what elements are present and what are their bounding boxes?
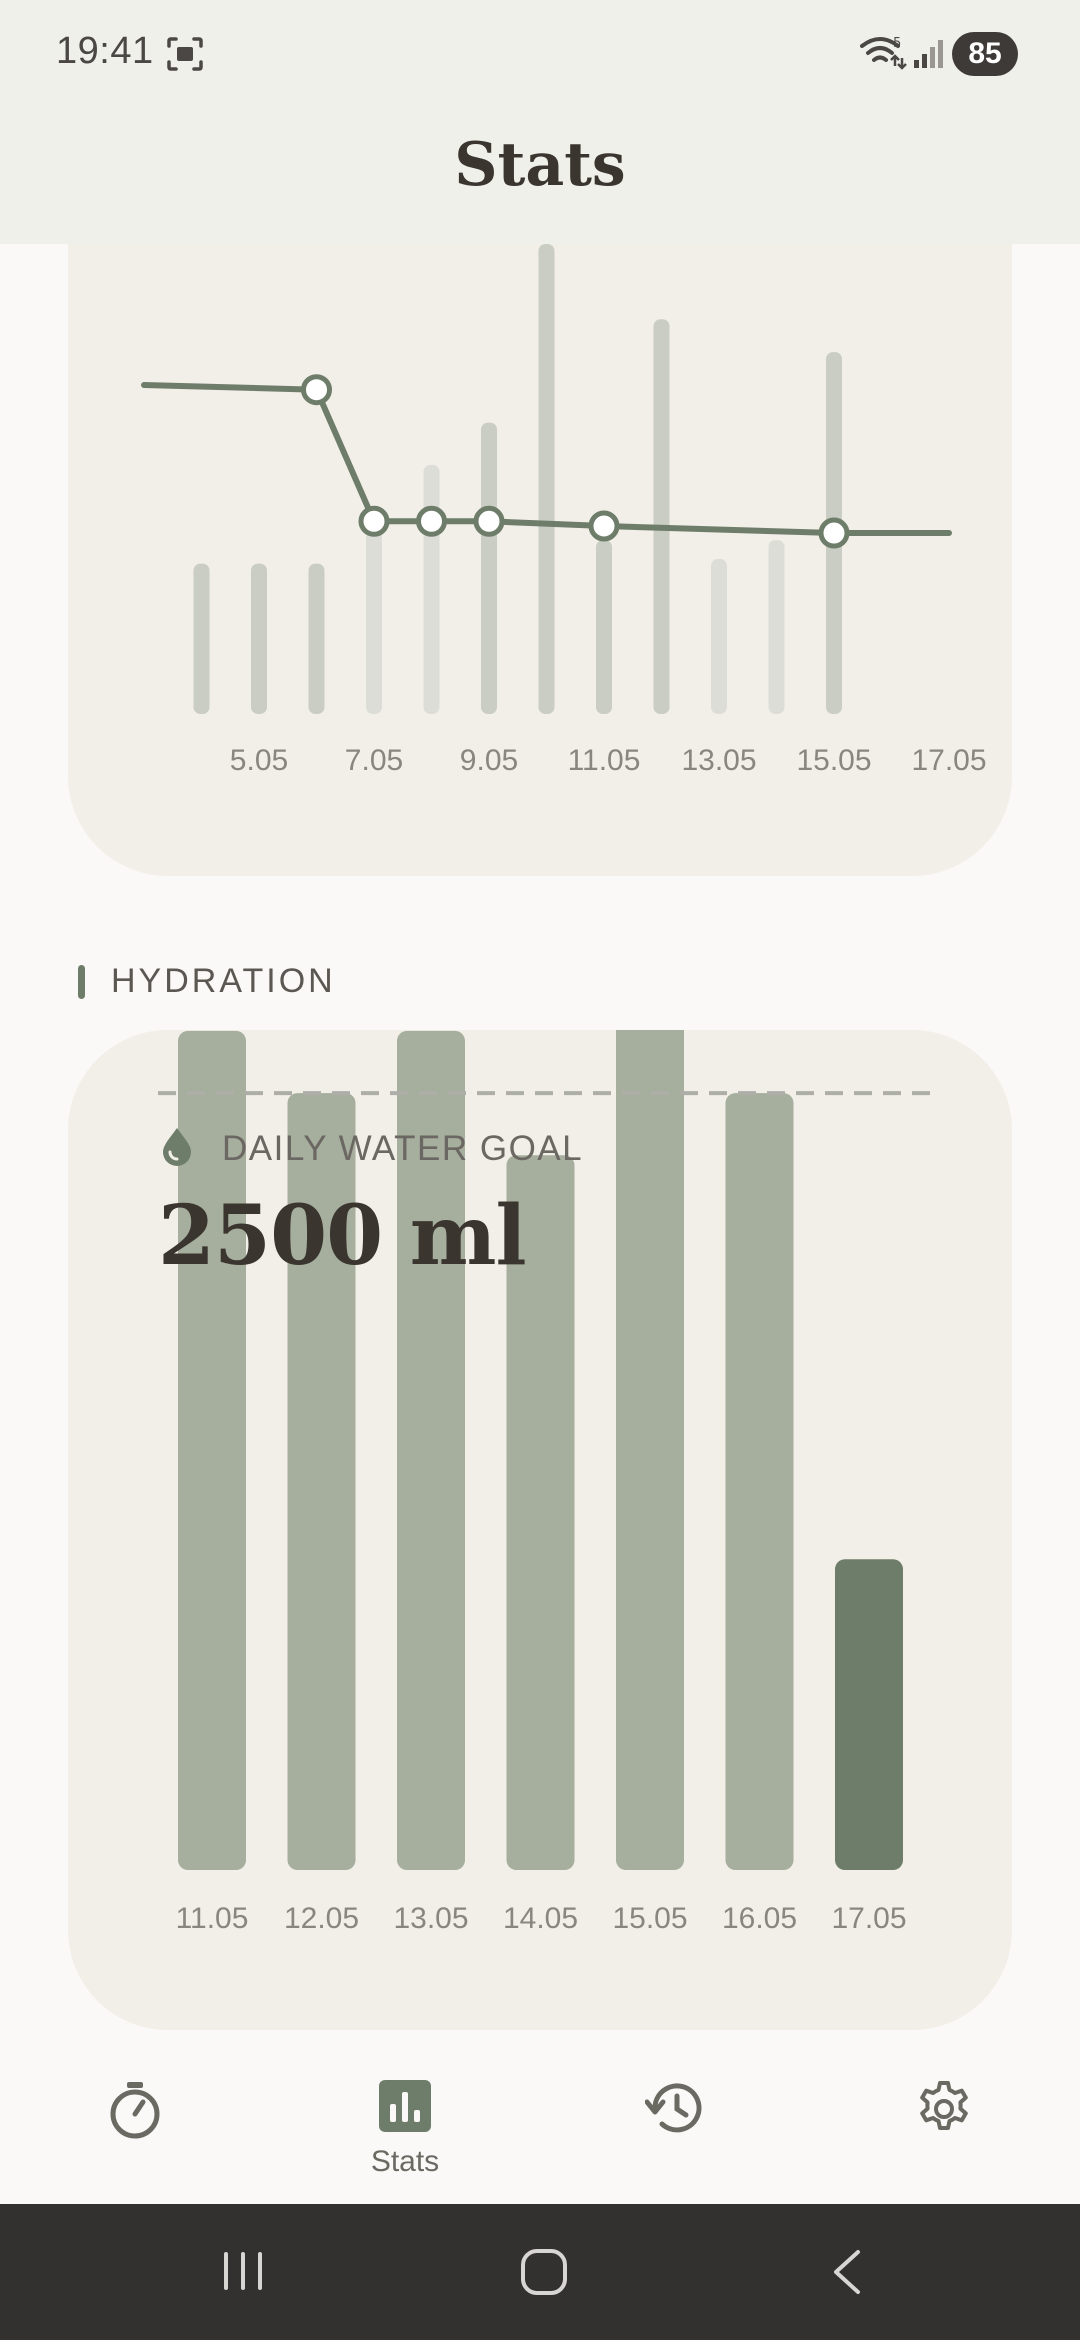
hydration-bar: [616, 1030, 684, 1870]
section-accent-bar: [78, 964, 85, 999]
screen: 19:41 5 85 Stats 5.05 7.05 9.05 11.05 13…: [0, 0, 1080, 2340]
trend-point: [358, 505, 390, 537]
page-title: Stats: [454, 130, 626, 200]
hydration-card: 11.05 12.05 13.05 14.05 15.05 16.05 17.05: [68, 1030, 1012, 2030]
nav-label-stats: Stats: [370, 2145, 440, 2178]
bottom-nav: Stats: [0, 2060, 1080, 2204]
hydration-bar: [835, 1559, 903, 1870]
history-icon: [644, 2080, 705, 2141]
recent-apps-icon[interactable]: [220, 2248, 266, 2299]
wifi-band-badge: 5: [893, 36, 901, 51]
trend-point: [301, 374, 332, 406]
trend-x-tick-label: 11.05: [568, 744, 641, 777]
nav-item-timer[interactable]: [75, 2080, 195, 2145]
timer-icon: [107, 2080, 163, 2145]
signal-icon: [912, 38, 944, 75]
trend-x-tick-label: 17.05: [911, 744, 986, 777]
section-heading-hydration: HYDRATION: [78, 962, 336, 1001]
bar-chart-icon: [379, 2080, 431, 2137]
trend-bar: [596, 540, 612, 714]
battery-badge: 85: [952, 32, 1018, 76]
trend-x-tick-label: 5.05: [230, 744, 288, 777]
system-nav-bar: [0, 2204, 1080, 2340]
trend-bar: [308, 563, 325, 714]
hydration-x-tick-label: 13.05: [393, 1902, 468, 1935]
nav-item-settings[interactable]: [884, 2080, 1004, 2143]
water-drop-icon: [160, 1126, 194, 1171]
trend-bar: [768, 540, 785, 714]
hydration-x-tick-label: 17.05: [831, 1902, 906, 1935]
trend-point: [818, 517, 850, 549]
back-icon[interactable]: [828, 2248, 868, 2301]
hydration-x-tick-label: 11.05: [176, 1902, 249, 1935]
trend-bar: [366, 530, 382, 714]
trend-bar: [481, 422, 497, 714]
trend-x-tick-label: 9.05: [460, 744, 518, 777]
trend-bar: [711, 558, 727, 714]
status-time: 19:41: [56, 30, 154, 72]
section-label: HYDRATION: [111, 962, 336, 1000]
goal-value: 2500 ml: [158, 1188, 527, 1284]
trend-point: [473, 505, 505, 537]
hydration-x-tick-label: 12.05: [284, 1902, 359, 1935]
trend-bar: [538, 244, 555, 714]
trend-bar: [423, 464, 440, 714]
hydration-x-tick-label: 16.05: [722, 1902, 797, 1935]
hydration-chart: 11.05 12.05 13.05 14.05 15.05 16.05 17.05: [158, 1030, 940, 1935]
wifi-icon: 5: [860, 34, 908, 75]
nav-item-history[interactable]: [615, 2080, 735, 2141]
hydration-x-tick-label: 14.05: [503, 1902, 578, 1935]
trend-bar: [251, 563, 267, 714]
screenshot-icon: [166, 36, 204, 77]
nav-item-stats[interactable]: Stats: [345, 2080, 465, 2179]
top-app-bar: 19:41 5 85 Stats: [0, 0, 1080, 244]
trend-x-tick-label: 13.05: [681, 744, 756, 777]
trend-x-tick-label: 15.05: [796, 744, 871, 777]
hydration-x-tick-label: 15.05: [612, 1902, 687, 1935]
trend-point: [588, 510, 620, 542]
trend-bar: [193, 563, 210, 714]
goal-label: DAILY WATER GOAL: [222, 1128, 584, 1168]
home-icon[interactable]: [520, 2248, 568, 2301]
goal-row: DAILY WATER GOAL: [160, 1126, 583, 1171]
trend-x-tick-label: 7.05: [345, 744, 403, 777]
hydration-bar: [725, 1093, 794, 1870]
gear-icon: [915, 2080, 973, 2143]
trend-point: [416, 505, 447, 537]
trend-bar: [653, 319, 670, 714]
